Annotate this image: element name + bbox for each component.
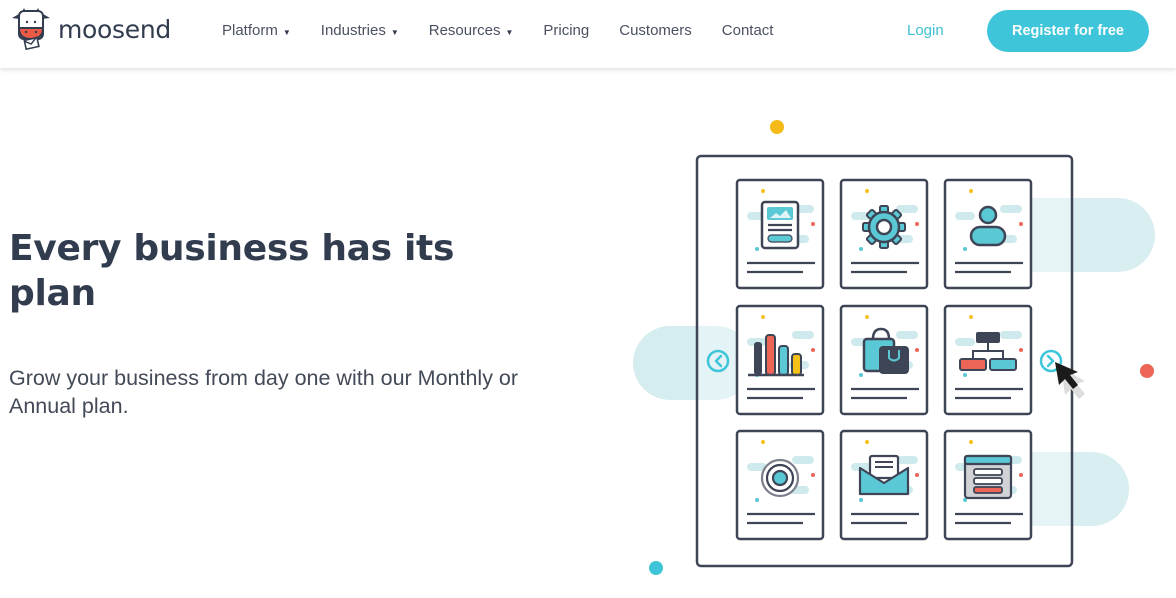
nav-item-contact[interactable]: Contact	[722, 22, 774, 39]
plan-card	[735, 429, 825, 541]
plan-card	[943, 178, 1033, 290]
main-nav: Platform ▼ Industries ▼ Resources ▼ Pric…	[222, 22, 803, 39]
chevron-down-icon: ▼	[505, 27, 514, 37]
nav-item-resources[interactable]: Resources ▼	[429, 22, 514, 39]
plan-card	[839, 429, 929, 541]
gear-icon	[862, 205, 906, 249]
nav-item-industries[interactable]: Industries ▼	[321, 22, 399, 39]
nav-label: Resources	[428, 22, 501, 39]
decor-dot	[1140, 364, 1154, 378]
nav-label: Customers	[619, 22, 692, 39]
nav-item-customers[interactable]: Customers	[619, 22, 692, 39]
logo[interactable]: moosend	[10, 6, 171, 50]
nav-item-platform[interactable]: Platform ▼	[222, 22, 291, 39]
nav-item-pricing[interactable]: Pricing	[543, 22, 589, 39]
plan-card	[735, 304, 825, 416]
decor-dot	[770, 120, 784, 134]
landing-page-icon	[760, 200, 800, 250]
page-title: Every business has its plan	[9, 228, 455, 314]
chevron-down-icon: ▼	[390, 27, 399, 37]
form-icon	[963, 454, 1013, 500]
site-header: moosend Platform ▼ Industries ▼ Resource…	[0, 0, 1176, 68]
nav-label: Platform	[222, 22, 278, 39]
register-button[interactable]: Register for free	[987, 10, 1149, 52]
plan-card	[839, 304, 929, 416]
decor-dot	[649, 561, 663, 575]
plan-card	[839, 178, 929, 290]
plan-card	[943, 429, 1033, 541]
nav-label: Pricing	[543, 22, 590, 39]
plan-card	[943, 304, 1033, 416]
cow-logo-icon	[12, 8, 50, 50]
target-icon	[760, 458, 800, 498]
nav-label: Industries	[320, 22, 386, 39]
chevron-down-icon: ▼	[282, 27, 291, 37]
logo-text: moosend	[58, 14, 171, 44]
nav-label: Contact	[721, 22, 774, 39]
login-link[interactable]: Login	[907, 22, 944, 39]
hero-subtitle: Grow your business from day one with our…	[9, 366, 519, 418]
plan-card	[735, 178, 825, 290]
